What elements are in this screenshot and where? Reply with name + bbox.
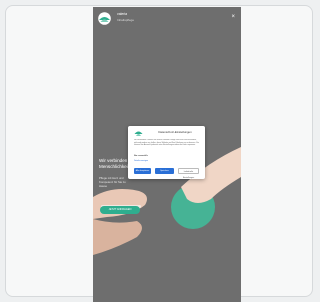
essential-only-label[interactable]: Nur essenzielle [134,155,148,157]
dialog-body-text: Wir verwenden Cookies auf unserer Websit… [134,139,199,147]
hero-cta-button[interactable]: JETZT ANFRAGEN [100,206,140,214]
accept-all-button[interactable]: Alle akzeptieren [134,168,151,174]
cookie-consent-dialog: Datenschutz-Einstellungen Wir verwenden … [128,126,205,179]
brand-name: valeria [117,12,127,16]
save-button[interactable]: Speichern [155,168,174,174]
header-bar: valeria Inhaltspflege × [93,7,241,29]
dialog-title: Datenschutz-Einstellungen [158,130,192,134]
brand-subtitle: Inhaltspflege [117,18,135,22]
custom-settings-button[interactable]: Individuelle Einstellungen [178,168,199,179]
dialog-logo-icon [134,131,143,136]
close-icon[interactable]: × [231,14,235,20]
details-link[interactable]: Details anzeigen [134,160,148,162]
logo-icon[interactable] [98,12,111,25]
